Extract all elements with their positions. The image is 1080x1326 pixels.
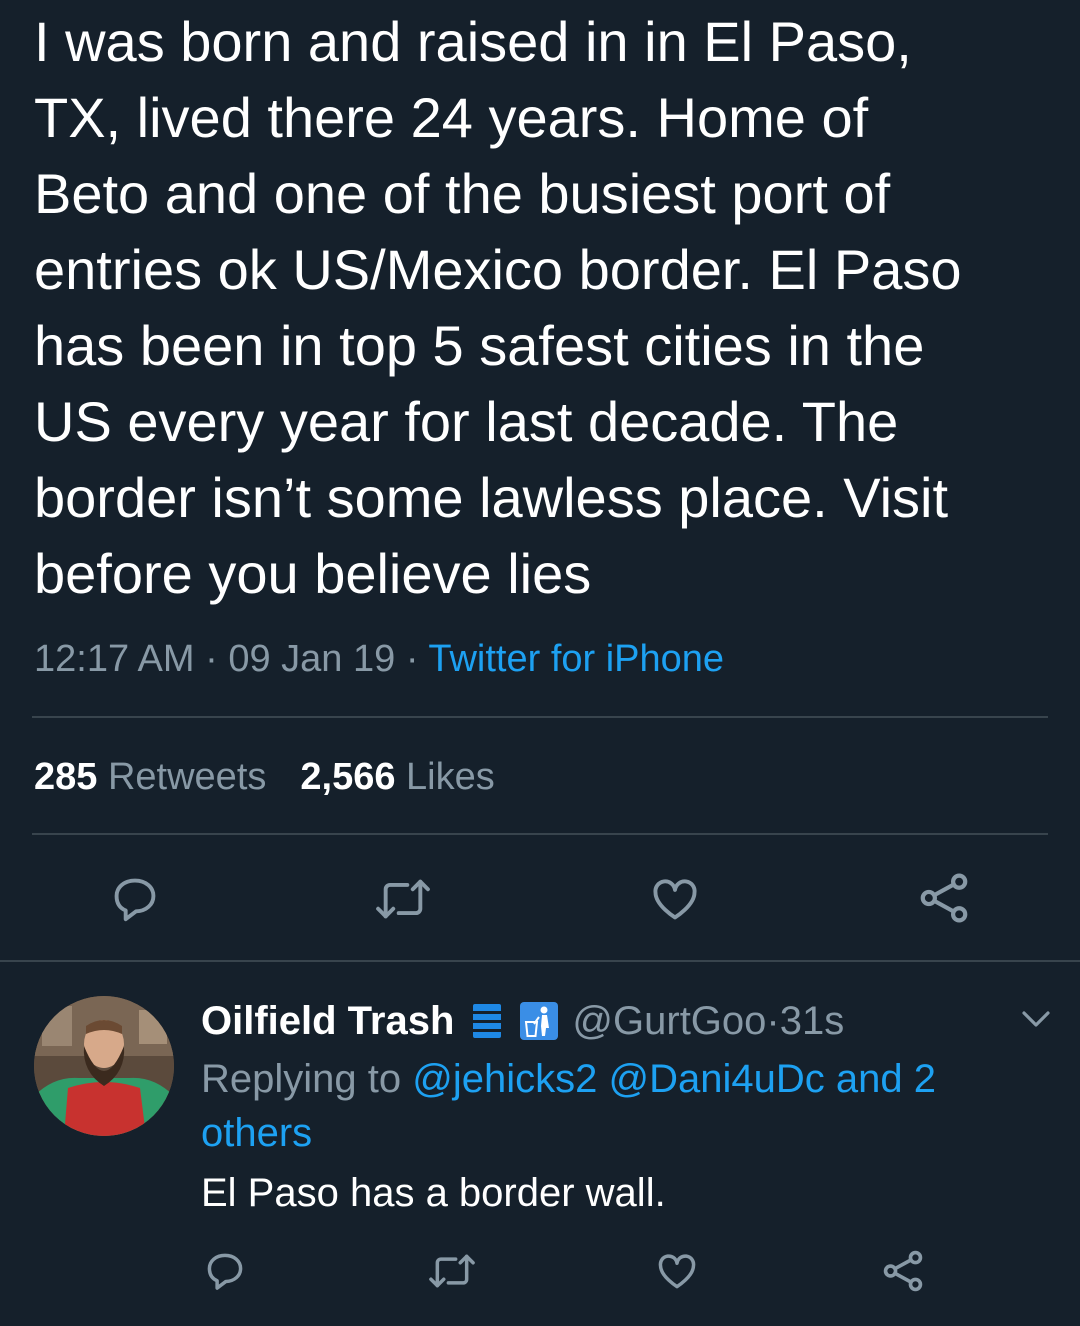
- retweets-label: Retweets: [107, 756, 267, 798]
- oil-barrel-emoji-icon: [470, 1002, 504, 1040]
- retweet-button[interactable]: [370, 870, 436, 928]
- display-name[interactable]: Oilfield Trash: [201, 996, 454, 1046]
- likes-count: 2,566: [300, 756, 396, 798]
- reply-icon: [114, 878, 156, 922]
- retweet-button[interactable]: [424, 1246, 480, 1296]
- user-handle[interactable]: @GurtGoo: [572, 996, 766, 1046]
- like-button[interactable]: [652, 1246, 702, 1296]
- replying-to: Replying to @jehicks2 @Dani4uDc and 2 ot…: [201, 1052, 1001, 1160]
- likes-stat[interactable]: 2,566 Likes: [300, 756, 494, 798]
- mention-link[interactable]: @jehicks2: [412, 1057, 597, 1101]
- reply-button[interactable]: [200, 1246, 250, 1296]
- replying-prefix: Replying to: [201, 1057, 413, 1101]
- reply-header: Oilfield Trash @GurtGoo · 31s: [201, 996, 844, 1046]
- share-button[interactable]: [878, 1246, 928, 1296]
- tweet-source-link[interactable]: Twitter for iPhone: [428, 638, 724, 680]
- engagement-stats: 285 Retweets 2,566 Likes: [34, 752, 495, 802]
- divider: [32, 716, 1048, 718]
- litter-bin-emoji-icon: [520, 1002, 559, 1040]
- heart-icon: [653, 879, 697, 920]
- reply-text: El Paso has a border wall.: [201, 1171, 666, 1215]
- like-button[interactable]: [646, 870, 704, 928]
- tweet-date: 09 Jan 19: [228, 638, 396, 680]
- tweet-text: I was born and raised in in El Paso, TX,…: [34, 10, 962, 605]
- retweet-icon: [429, 1254, 475, 1288]
- reply-icon: [207, 1253, 243, 1290]
- share-icon: [920, 873, 968, 923]
- retweets-count: 285: [34, 756, 98, 798]
- share-icon: [883, 1250, 923, 1292]
- avatar-photo: [34, 996, 174, 1136]
- likes-label: Likes: [406, 756, 495, 798]
- avatar[interactable]: [34, 996, 174, 1136]
- reply-button[interactable]: [106, 870, 164, 928]
- retweets-stat[interactable]: 285 Retweets: [34, 756, 266, 798]
- divider: [0, 960, 1080, 962]
- tweet-meta: 12:17 AM · 09 Jan 19 · Twitter for iPhon…: [34, 634, 724, 684]
- heart-icon: [658, 1254, 696, 1289]
- mention-link[interactable]: @Dani4uDc: [608, 1057, 824, 1101]
- meta-separator: ·: [395, 638, 429, 680]
- retweet-icon: [376, 879, 430, 919]
- time-ago: 31s: [779, 999, 845, 1043]
- divider: [32, 833, 1048, 835]
- more-options-button[interactable]: [1018, 1004, 1054, 1034]
- main-tweet: I was born and raised in in El Paso, TX,…: [0, 0, 1080, 962]
- meta-separator: ·: [194, 638, 229, 680]
- meta-separator: ·: [766, 999, 780, 1043]
- reply-tweet[interactable]: Oilfield Trash @GurtGoo · 31s Replying t…: [0, 964, 1080, 1326]
- chevron-down-icon: [1022, 1011, 1050, 1027]
- share-button[interactable]: [914, 868, 974, 928]
- tweet-time: 12:17 AM: [34, 638, 195, 680]
